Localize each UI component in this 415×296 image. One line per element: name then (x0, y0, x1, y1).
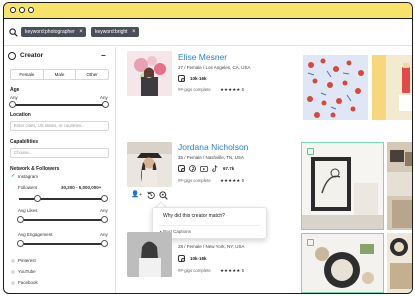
avg-engagement-max-label: Any (100, 232, 108, 237)
pinterest-icon[interactable] (189, 165, 196, 172)
creator-meta: 28 / Female / New York, NY, USA (178, 244, 245, 249)
avg-engagement-slider-min-handle[interactable] (17, 240, 24, 247)
avg-likes-slider-track[interactable] (19, 219, 105, 221)
age-min-label: Any (10, 95, 18, 100)
pinterest-filter-label: Pinterest (18, 258, 36, 263)
facebook-radio[interactable] (11, 281, 15, 285)
tiktok-icon[interactable] (212, 165, 218, 172)
follower-count: 10k-16k (190, 76, 207, 81)
image-icon (307, 239, 314, 246)
creator-name-link[interactable]: Jordana Nicholson (178, 142, 248, 152)
avg-engagement-slider-max-handle[interactable] (101, 240, 108, 247)
app-window: keyword:photographer × keyword:bright × … (3, 2, 413, 294)
gender-segmented-control: Female Male Other (10, 69, 109, 80)
location-input[interactable]: Enter cities, US states, or countries... (10, 121, 109, 131)
rating-stars: ★★★★★ 5 (220, 87, 245, 92)
selected-content-thumbnail[interactable] (301, 233, 384, 293)
sidebar-title: Creator (20, 52, 44, 59)
window-maximize-dot[interactable] (28, 7, 34, 13)
instagram-icon[interactable] (178, 255, 185, 262)
window-close-dot[interactable] (10, 7, 16, 13)
keyword-chip[interactable]: keyword:photographer × (21, 27, 86, 37)
match-icon[interactable] (159, 191, 168, 200)
instagram-icon[interactable] (178, 75, 185, 82)
selected-content-thumbnail[interactable] (301, 142, 384, 230)
facebook-filter-label: Facebook (18, 280, 38, 285)
age-slider-min-handle[interactable] (9, 101, 16, 108)
youtube-icon[interactable] (200, 166, 208, 172)
capabilities-label: Capabilities (10, 139, 39, 145)
gender-option-other[interactable]: Other (76, 70, 108, 79)
close-icon[interactable]: × (79, 27, 83, 37)
gigs-complete: ##-gigs complete (178, 87, 211, 92)
gigs-complete: ##-gigs complete (178, 268, 211, 273)
followers-slider-min-handle[interactable] (34, 195, 41, 202)
creator-icon (8, 52, 16, 60)
rating-stars: ★★★★★ 5 (220, 178, 245, 183)
gender-option-female[interactable]: Female (11, 70, 44, 79)
creator-avatar[interactable] (127, 51, 172, 96)
collapse-button[interactable]: − (101, 51, 106, 60)
close-icon[interactable]: × (132, 27, 136, 37)
avg-likes-slider-max-handle[interactable] (101, 216, 108, 223)
avg-likes-max-label: Any (100, 208, 108, 213)
instagram-icon[interactable] (178, 165, 185, 172)
tooltip-divider (159, 225, 260, 226)
avg-likes-label: Avg Likes (18, 208, 38, 213)
keyword-chip[interactable]: keyword:bright × (91, 27, 139, 37)
add-user-icon[interactable]: 👤+ (131, 190, 142, 198)
content-thumbnail[interactable] (387, 142, 412, 230)
follower-count: 67.7k (223, 166, 235, 171)
content-thumbnail[interactable] (387, 233, 412, 293)
pinterest-radio[interactable] (11, 259, 15, 263)
avg-engagement-label: Avg Engagement (18, 232, 53, 237)
creator-meta: 27 / Female / Los Angeles, CA, USA (178, 65, 251, 70)
gigs-complete: ##-gigs complete (178, 178, 211, 183)
search-bar[interactable]: keyword:photographer × keyword:bright × (4, 20, 412, 46)
network-followers-label: Network & Followers (10, 166, 60, 172)
creator-name-link[interactable]: Elise Mesner (178, 52, 227, 62)
followers-slider-max-handle[interactable] (101, 195, 108, 202)
instagram-filter-label: Instagram (18, 174, 39, 179)
capabilities-select[interactable]: Choose... (10, 148, 109, 158)
follower-count: 10k-18k (190, 256, 207, 261)
image-icon (307, 148, 314, 155)
content-thumbnail[interactable] (372, 55, 412, 120)
youtube-filter-label: YouTube (18, 269, 36, 274)
tooltip-question: Why did this creator match? (163, 213, 225, 219)
age-label: Age (10, 87, 20, 93)
youtube-radio[interactable] (11, 270, 15, 274)
content-thumbnail[interactable] (303, 55, 368, 120)
followers-slider-track[interactable] (19, 198, 105, 200)
check-icon[interactable]: ✓ (11, 173, 15, 179)
followers-label: Followers (18, 185, 38, 190)
creator-avatar[interactable] (127, 142, 172, 187)
keyword-chip-label: keyword:bright (95, 29, 128, 35)
age-slider-max-handle[interactable] (102, 101, 109, 108)
gender-option-male[interactable]: Male (44, 70, 77, 79)
rating-stars: ★★★★★ 5 (220, 268, 245, 273)
search-icon[interactable] (9, 28, 18, 37)
window-minimize-dot[interactable] (19, 7, 25, 13)
creator-meta: 35 / Female / Nashville, TN, USA (178, 155, 244, 160)
age-slider-track[interactable] (12, 104, 106, 106)
history-icon[interactable] (147, 191, 155, 199)
avg-likes-slider-min-handle[interactable] (17, 216, 24, 223)
followers-range-value: 30,200 - 5,000,000+ (61, 185, 102, 190)
creator-avatar[interactable] (127, 232, 172, 277)
title-bar (4, 3, 412, 19)
filter-sidebar: Creator − Female Male Other Age Any Any … (4, 47, 116, 293)
keyword-chip-label: keyword:photographer (25, 29, 75, 35)
location-label: Location (10, 112, 31, 118)
age-max-label: Any (100, 95, 108, 100)
avg-engagement-slider-track[interactable] (19, 243, 105, 245)
